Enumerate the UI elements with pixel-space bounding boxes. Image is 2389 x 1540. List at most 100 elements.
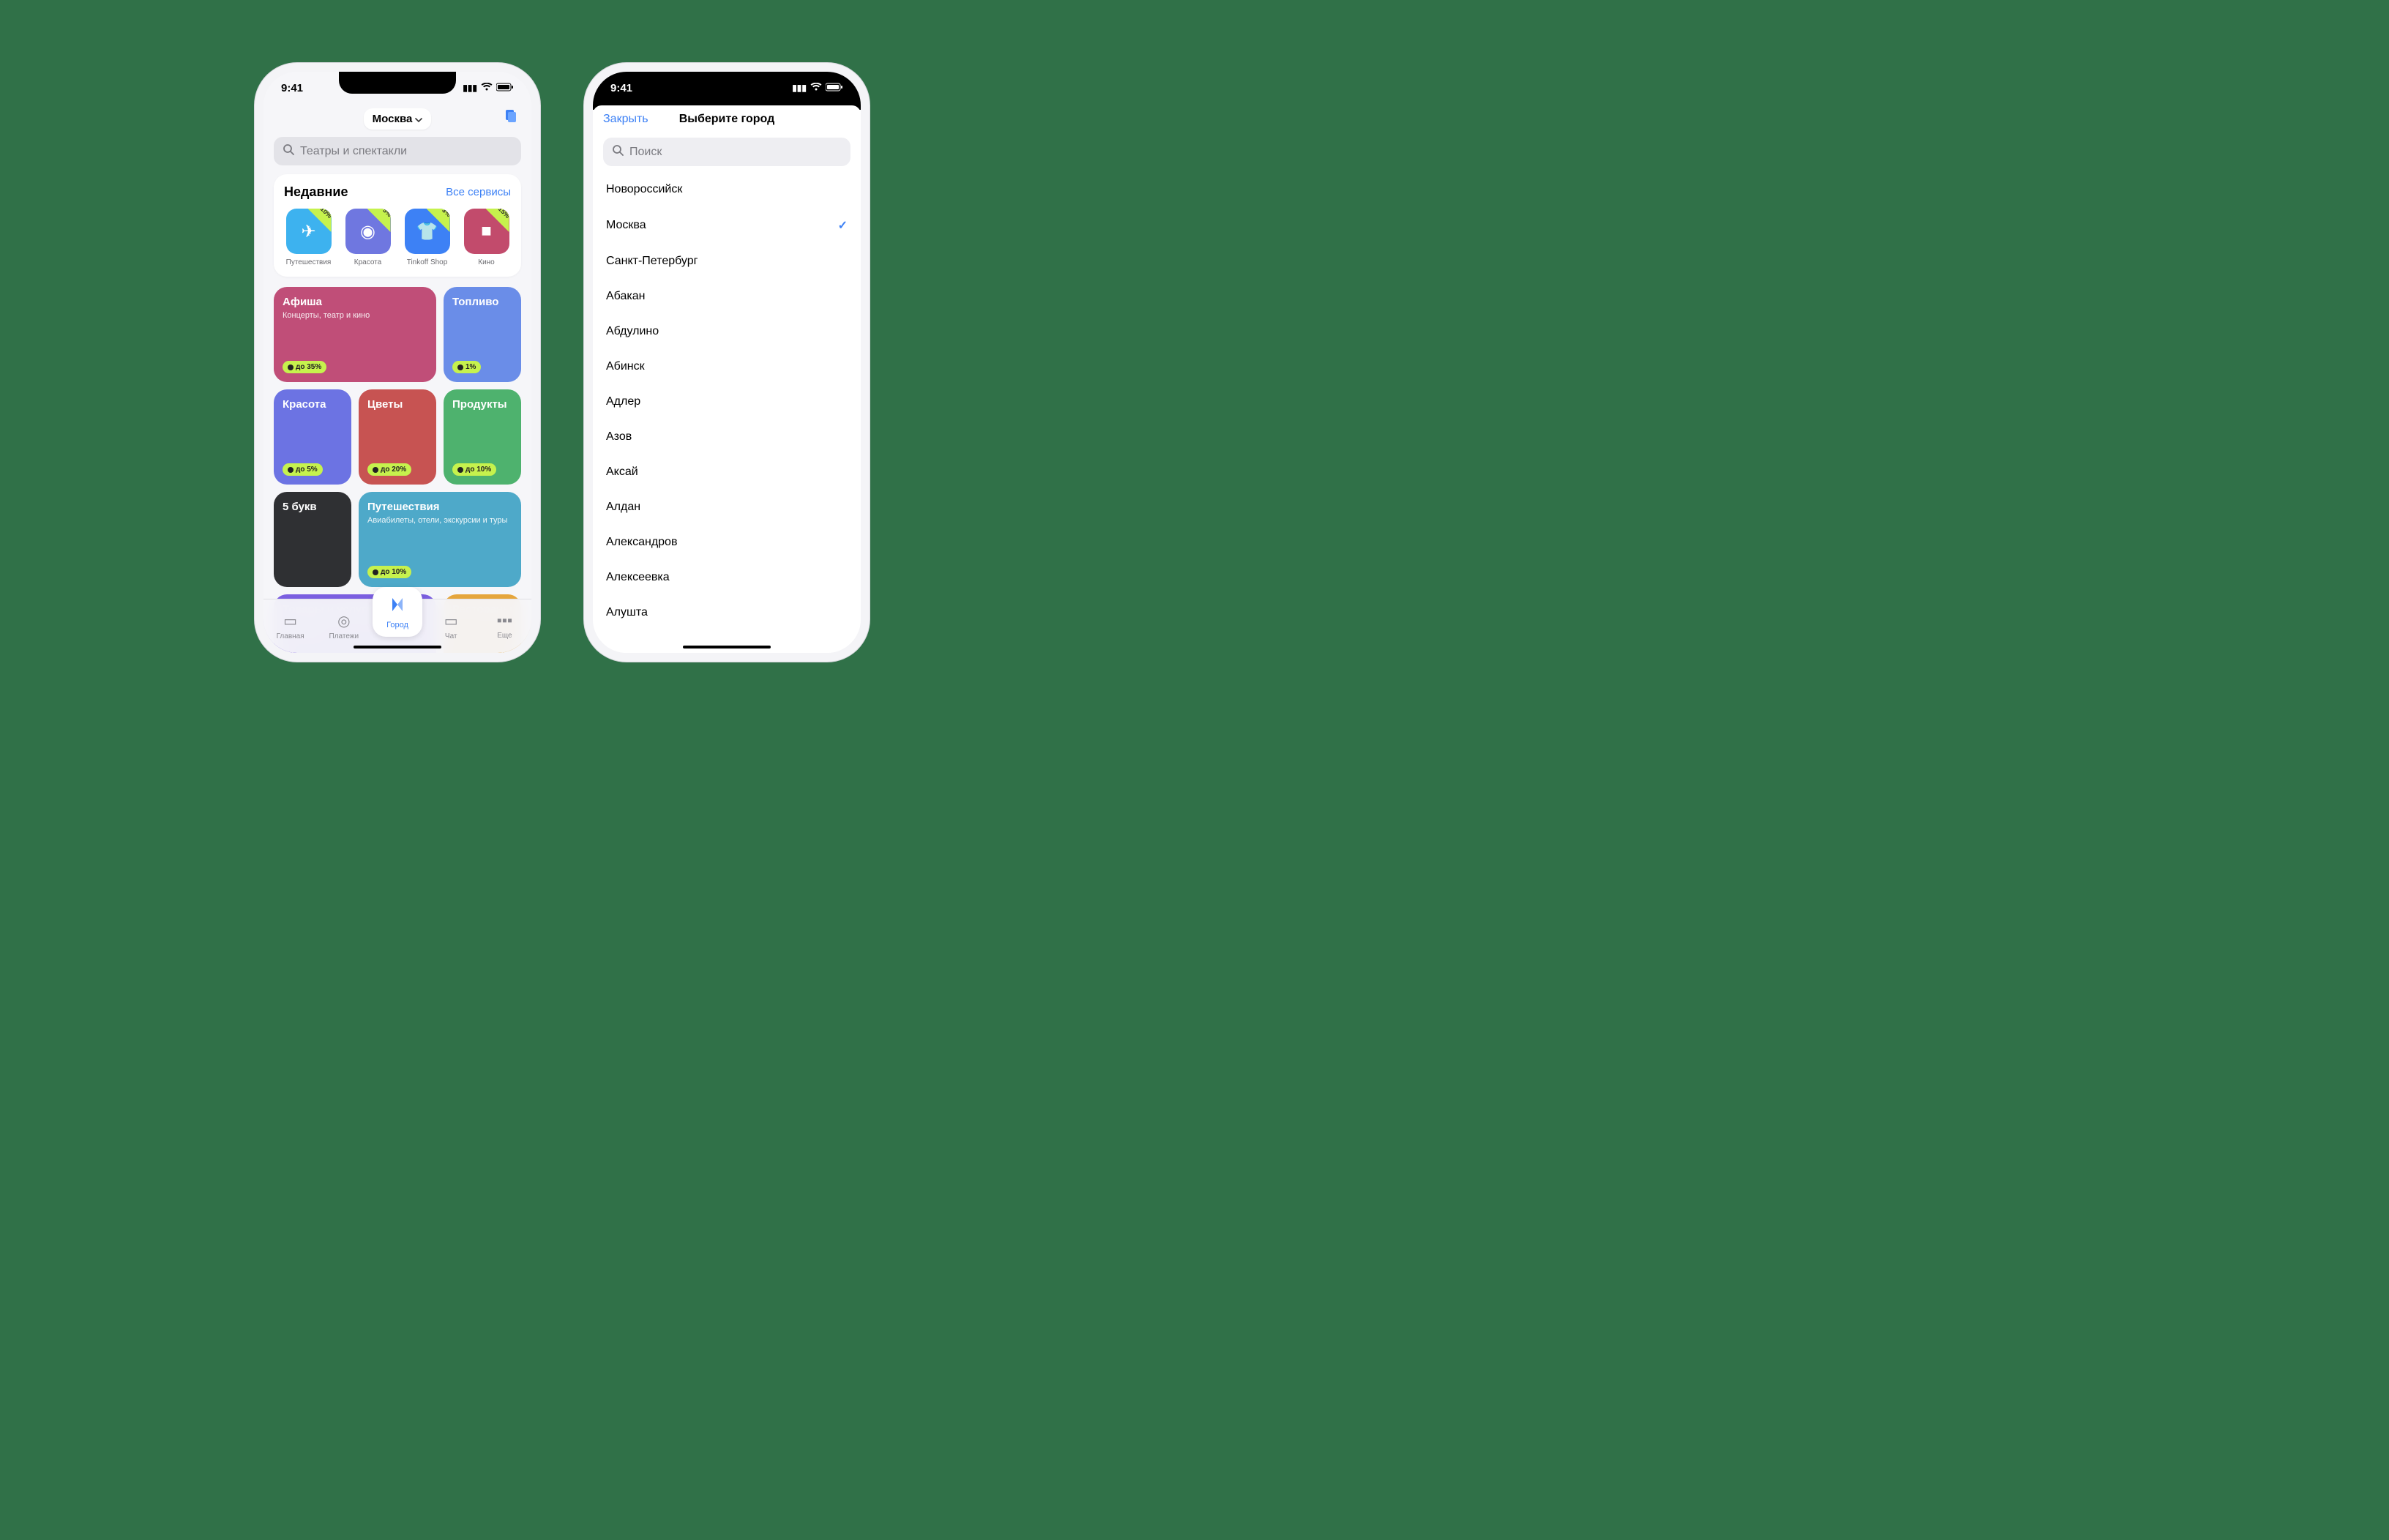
city-name: Алексеевка	[606, 571, 670, 584]
city-sheet: Закрыть Выберите город Поиск Новороссийс…	[593, 105, 861, 653]
tile-subtitle: Авиабилеты, отели, экскурсии и туры	[367, 515, 512, 526]
phone-right: 9:41 ▮▮▮ Закрыть Выберите город Поиск Но…	[584, 63, 870, 662]
status-time: 9:41	[610, 82, 632, 94]
category-tile[interactable]: Топливо 1%	[444, 287, 521, 382]
status-icons: ▮▮▮	[463, 83, 514, 94]
home-indicator[interactable]	[354, 646, 441, 648]
card-icon: ▭	[283, 612, 297, 630]
tile-title: Цветы	[367, 398, 427, 411]
cashback-badge: до 10%	[452, 463, 496, 476]
city-name: Алдан	[606, 501, 640, 514]
city-row[interactable]: Алушта	[606, 595, 848, 630]
city-row[interactable]: Абдулино	[606, 314, 848, 349]
tile-title: Топливо	[452, 296, 512, 308]
city-name: Абакан	[606, 290, 645, 303]
city-row[interactable]: Новороссийск	[606, 172, 848, 207]
recent-label: Кино	[478, 258, 495, 266]
all-services-link[interactable]: Все сервисы	[446, 186, 511, 198]
recent-item[interactable]: 15% ■ Кино	[462, 209, 511, 266]
cashback-badge: до 10%	[367, 566, 411, 578]
recent-icon: 15% ■	[464, 209, 509, 254]
recent-item[interactable]: 5% ◉ Красота	[343, 209, 392, 266]
city-name: Санкт-Петербург	[606, 255, 698, 268]
service-glyph: ◉	[360, 221, 375, 242]
recent-item[interactable]: 10% ✈ Путешествия	[284, 209, 333, 266]
close-button[interactable]: Закрыть	[603, 113, 648, 126]
city-row[interactable]: Абакан	[606, 279, 848, 314]
recent-icon: 10% ✈	[286, 209, 332, 254]
cashback-badge: до 35%	[283, 361, 326, 373]
city-name: Азов	[606, 430, 632, 444]
wifi-icon	[810, 83, 822, 94]
city-row[interactable]: Абинск	[606, 349, 848, 384]
cashback-badge: до 5%	[283, 463, 323, 476]
category-tile[interactable]: Цветы до 20%	[359, 389, 436, 485]
category-tile[interactable]: Красота до 5%	[274, 389, 351, 485]
city-row[interactable]: Санкт-Петербург	[606, 244, 848, 279]
tile-title: Афиша	[283, 296, 427, 308]
city-row[interactable]: Александров	[606, 525, 848, 560]
city-row[interactable]: Адлер	[606, 384, 848, 419]
search-placeholder: Поиск	[629, 146, 662, 159]
search-input[interactable]: Театры и спектакли	[274, 137, 521, 165]
more-icon: ▪▪▪	[497, 613, 512, 629]
category-tile[interactable]: Афиша Концерты, театр и кино до 35%	[274, 287, 436, 382]
city-row[interactable]: Алексеевка	[606, 560, 848, 595]
payments-icon: ◎	[337, 612, 350, 630]
city-name: Москва	[606, 219, 646, 232]
city-search-input[interactable]: Поиск	[603, 138, 850, 166]
search-icon	[283, 143, 294, 159]
cellular-icon: ▮▮▮	[463, 83, 477, 93]
city-name: Абинск	[606, 360, 645, 373]
recent-label: Tinkoff Shop	[407, 258, 448, 266]
recent-icon: 3% 👕	[405, 209, 450, 254]
chevron-down-icon	[415, 113, 422, 125]
service-glyph: ✈	[301, 221, 315, 242]
status-time: 9:41	[281, 82, 303, 94]
chat-icon: ▭	[444, 612, 458, 630]
city-name: Новороссийск	[606, 183, 682, 196]
category-tile[interactable]: 5 букв	[274, 492, 351, 587]
category-tile[interactable]: Продукты до 10%	[444, 389, 521, 485]
category-tile[interactable]: Путешествия Авиабилеты, отели, экскурсии…	[359, 492, 521, 587]
city-row[interactable]: Аксай	[606, 455, 848, 490]
recent-label: Красота	[354, 258, 381, 266]
cellular-icon: ▮▮▮	[792, 83, 807, 93]
status-icons: ▮▮▮	[792, 83, 843, 94]
city-name: Москва	[373, 113, 413, 125]
tickets-icon[interactable]	[504, 108, 518, 127]
service-glyph: ■	[481, 221, 492, 242]
cashback-badge: 1%	[452, 361, 481, 373]
phone-left: 9:41 ▮▮▮ Москва Театры и спектакли	[255, 63, 540, 662]
tabbar: ▭ Главная ◎ Платежи ▭ Чат ▪▪▪ Еще Город	[263, 599, 531, 653]
city-row[interactable]: Москва✓	[606, 207, 848, 244]
header: Москва	[263, 104, 531, 137]
notch	[668, 72, 785, 94]
modal-header: Закрыть Выберите город	[593, 105, 861, 133]
tab-more[interactable]: ▪▪▪ Еще	[478, 599, 531, 653]
city-name: Александров	[606, 536, 677, 549]
tile-title: Красота	[283, 398, 343, 411]
cashback-badge: до 20%	[367, 463, 411, 476]
wifi-icon	[481, 83, 493, 94]
city-row[interactable]: Алдан	[606, 490, 848, 525]
tile-title: Путешествия	[367, 501, 512, 513]
notch	[339, 72, 456, 94]
search-placeholder: Театры и спектакли	[300, 145, 407, 158]
tile-title: Продукты	[452, 398, 512, 411]
city-list[interactable]: Новороссийск Москва✓ Санкт-Петербург Абакан…	[593, 172, 861, 630]
tile-subtitle: Концерты, театр и кино	[283, 310, 427, 321]
home-indicator[interactable]	[683, 646, 771, 648]
city-name: Адлер	[606, 395, 640, 408]
tab-city[interactable]: Город	[373, 587, 422, 637]
recent-item[interactable]: 3% 👕 Tinkoff Shop	[403, 209, 452, 266]
modal-title: Выберите город	[679, 113, 775, 126]
recent-icon: 5% ◉	[345, 209, 391, 254]
recent-section: Недавние Все сервисы 10% ✈ Путешествия 5…	[274, 174, 521, 277]
tile-title: 5 букв	[283, 501, 343, 513]
city-row[interactable]: Азов	[606, 419, 848, 455]
tab-home[interactable]: ▭ Главная	[263, 599, 317, 653]
city-selector[interactable]: Москва	[364, 108, 432, 130]
battery-icon	[826, 83, 843, 94]
city-name: Аксай	[606, 466, 638, 479]
